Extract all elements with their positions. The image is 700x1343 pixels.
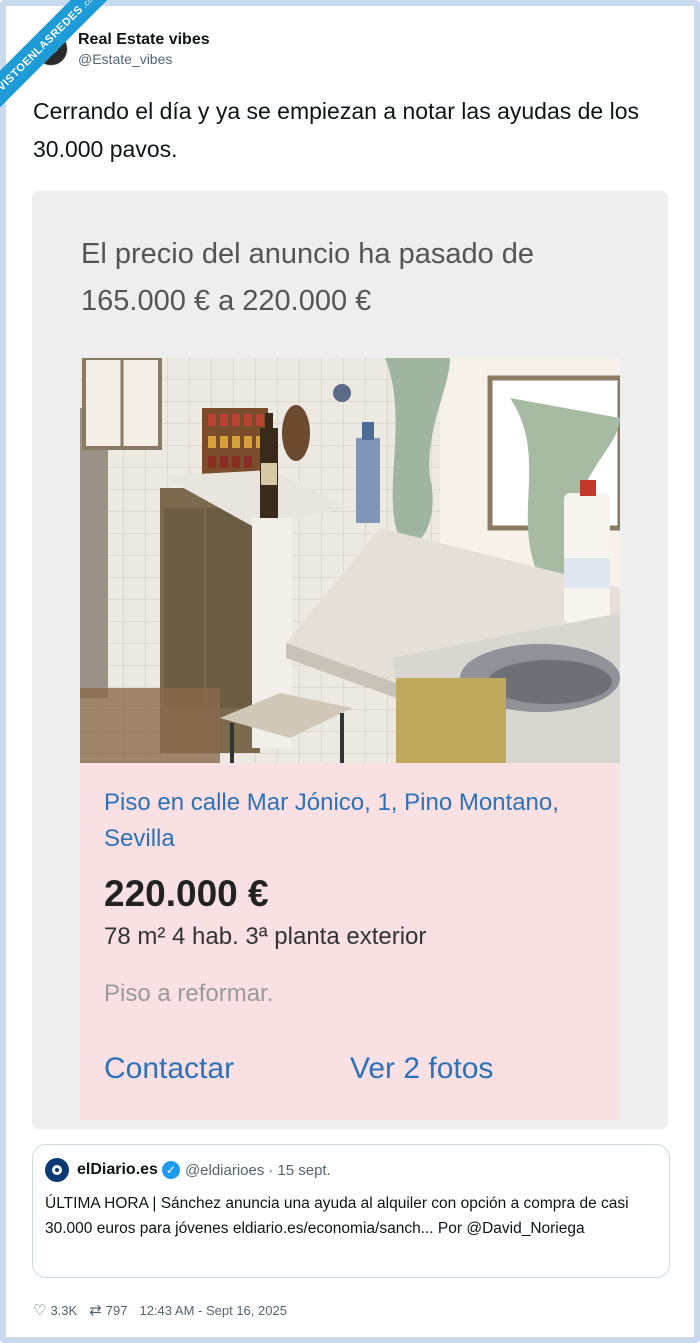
retweet-action[interactable]: ⇄ 797 — [89, 1303, 127, 1318]
listing-title[interactable]: Piso en calle Mar Jónico, 1, Pino Montan… — [104, 785, 574, 857]
retweet-count: 797 — [105, 1302, 128, 1318]
like-action[interactable]: ♡ 3.3K — [33, 1303, 77, 1318]
tweet-footer: ♡ 3.3K ⇄ 797 12:43 AM - Sept 16, 2025 — [33, 1300, 287, 1320]
tweet-timestamp[interactable]: 12:43 AM - Sept 16, 2025 — [139, 1303, 286, 1318]
listing-price: 220.000 € — [104, 873, 269, 914]
watermark-ribbon: VISTOENLASREDES.com — [0, 0, 140, 140]
tweet-media[interactable]: El precio del anuncio ha pasado de 165.0… — [32, 191, 668, 1129]
verified-badge-icon: ✓ — [161, 1161, 180, 1179]
quoted-tweet-header: elDiario.es ✓ @eldiarioes · 15 sept. — [45, 1157, 331, 1183]
quoted-tweet-date[interactable]: 15 sept. — [277, 1162, 330, 1179]
like-count: 3.3K — [50, 1302, 78, 1318]
kitchen-illustration — [80, 358, 620, 763]
quoted-tweet-text: ÚLTIMA HORA | Sánchez anuncia una ayuda … — [45, 1195, 629, 1237]
quoted-author-name[interactable]: elDiario.es — [77, 1161, 158, 1179]
eldiario-logo-icon — [45, 1158, 69, 1182]
watermark-text: VISTOENLASREDES.com — [0, 0, 128, 121]
listing-details: 78 m² 4 hab. 3ª planta exterior — [104, 923, 427, 950]
listing-note: Piso a reformar. — [104, 980, 274, 1007]
listing-card: Piso en calle Mar Jónico, 1, Pino Montan… — [80, 763, 620, 1120]
kitchen-photo — [80, 358, 620, 763]
separator-dot: · — [268, 1161, 274, 1179]
watermark-label: VISTOENLASREDES — [0, 3, 86, 94]
retweet-icon: ⇄ — [89, 1301, 102, 1319]
view-photos-button[interactable]: Ver 2 fotos — [350, 1049, 493, 1089]
heart-icon: ♡ — [33, 1301, 47, 1319]
contact-button[interactable]: Contactar — [104, 1049, 234, 1089]
quoted-tweet[interactable]: elDiario.es ✓ @eldiarioes · 15 sept. ÚLT… — [32, 1144, 670, 1278]
quoted-author-handle[interactable]: @eldiarioes — [185, 1162, 264, 1179]
price-change-text: El precio del anuncio ha pasado de 165.0… — [81, 238, 535, 317]
